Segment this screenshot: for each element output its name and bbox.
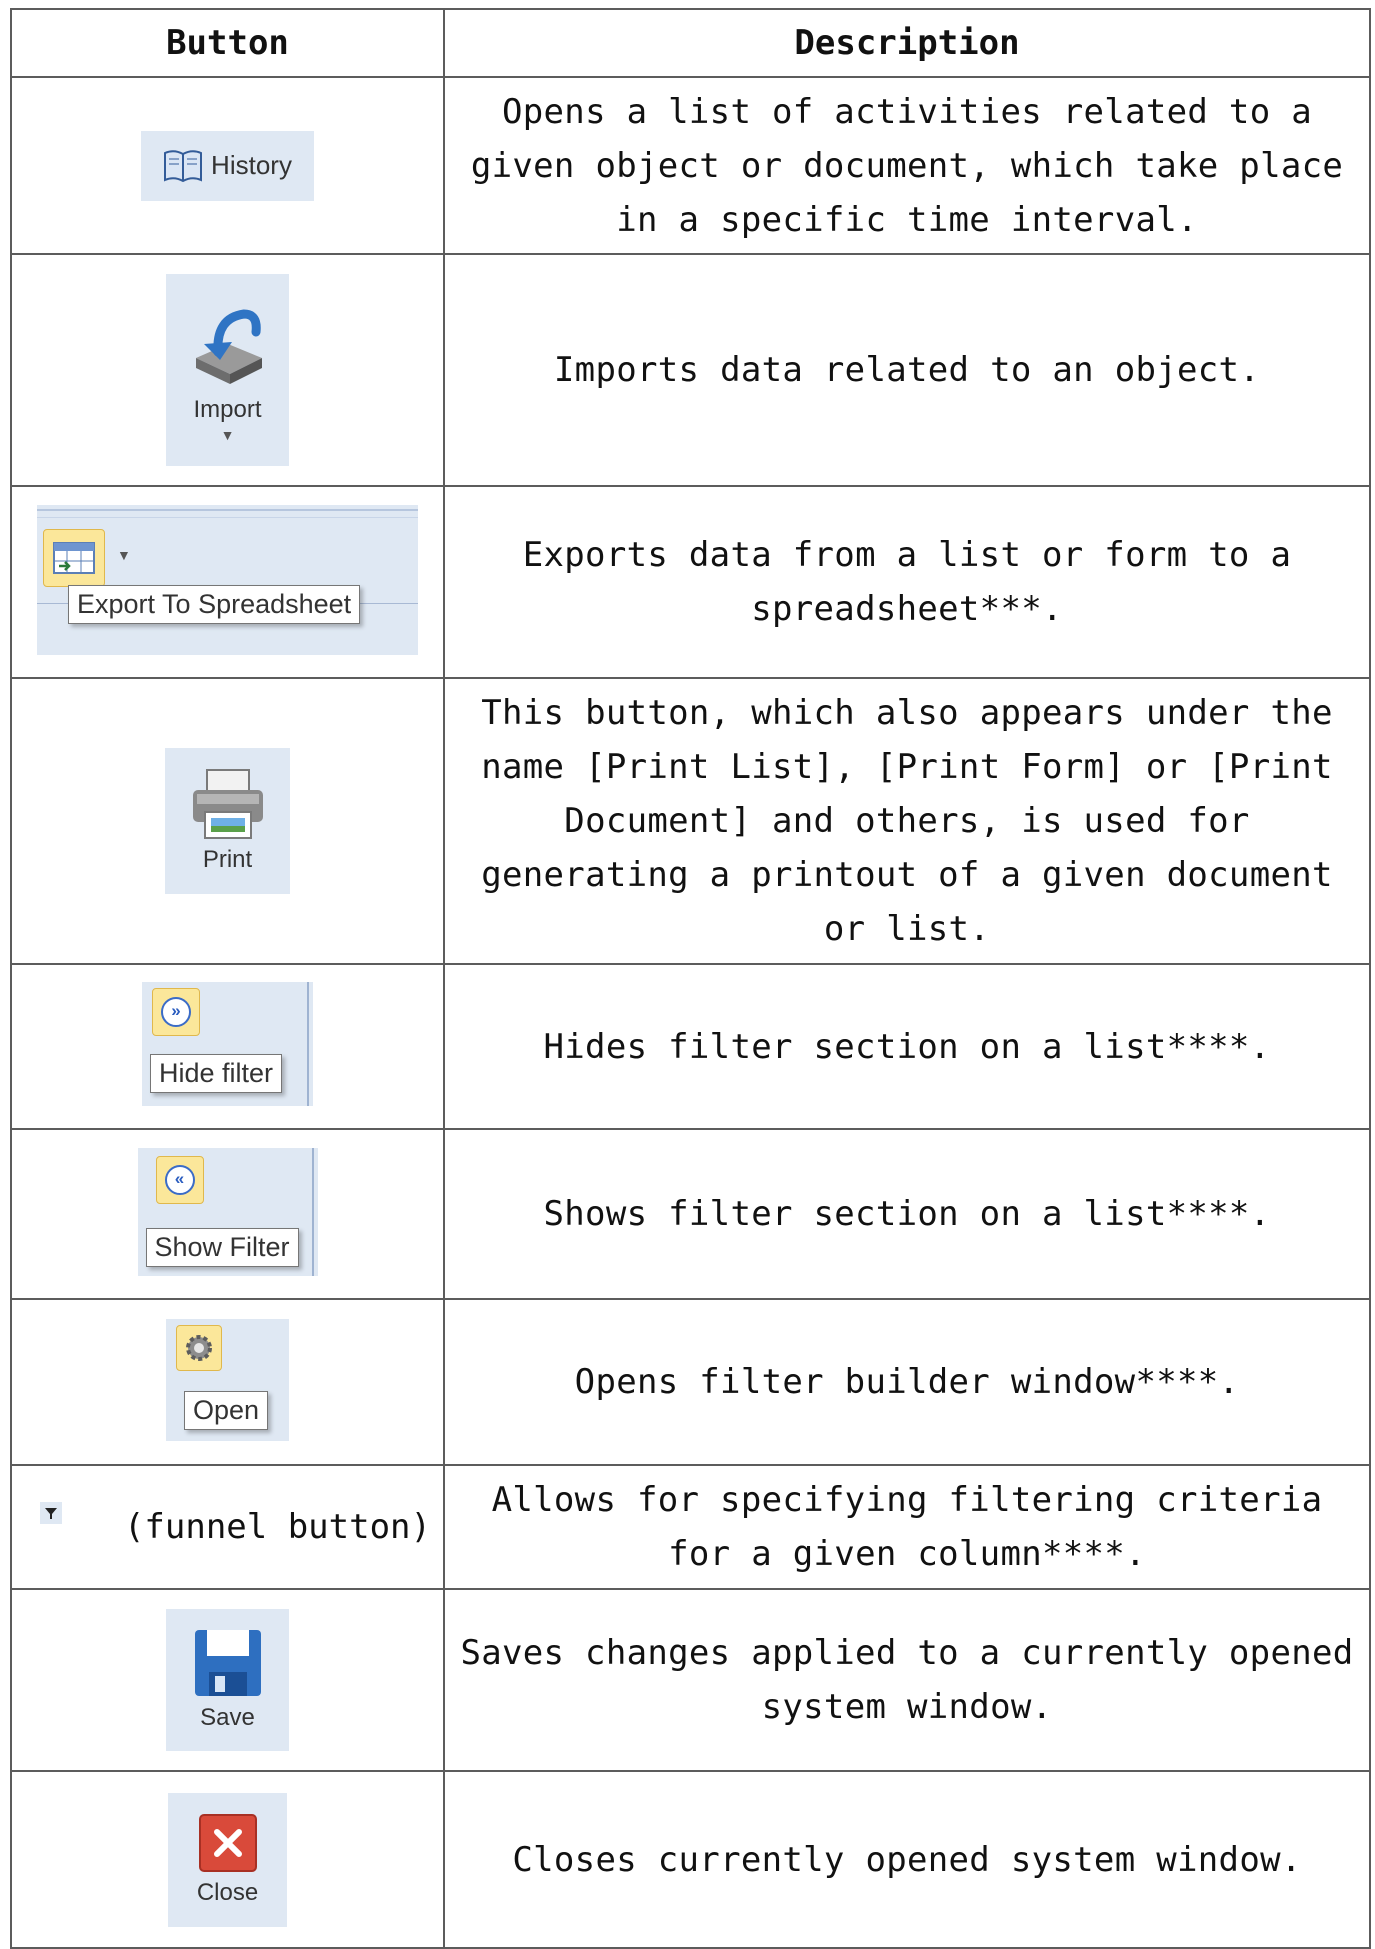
floppy-disk-icon <box>194 1630 261 1696</box>
table-row: Open Opens filter builder window****. <box>10 1298 1371 1466</box>
header-row: Button Description <box>10 8 1371 78</box>
history-label: History <box>211 150 292 180</box>
description-cell: Imports data related to an object. <box>443 253 1371 487</box>
import-icon <box>195 309 262 384</box>
buttons-table: Button Description History Opens a list … <box>10 8 1371 1949</box>
hide-filter-button[interactable]: » <box>152 988 200 1036</box>
import-button[interactable]: Import ▼ <box>166 274 289 466</box>
show-filter-panel: « Show Filter <box>137 1147 318 1276</box>
table-row: Import ▼ Imports data related to an obje… <box>10 253 1371 487</box>
export-toolbar: ▼ Export To Spreadsheet <box>37 504 418 655</box>
description-cell: Opens a list of activities related to a … <box>443 76 1371 255</box>
chevron-double-down-icon: » <box>161 997 191 1027</box>
print-button[interactable]: Print <box>165 748 290 894</box>
show-filter-button[interactable]: « <box>155 1155 204 1204</box>
save-button[interactable]: Save <box>166 1609 289 1751</box>
funnel-label: (funnel button) <box>123 1507 431 1547</box>
chevron-double-up-icon: « <box>164 1164 195 1195</box>
open-filter-builder-panel: Open <box>166 1318 289 1441</box>
description-cell: Opens filter builder window****. <box>443 1298 1371 1466</box>
description-cell: Shows filter section on a list****. <box>443 1128 1371 1300</box>
print-label: Print <box>202 846 253 873</box>
description-cell: This button, which also appears under th… <box>443 677 1371 965</box>
export-button[interactable] <box>43 528 105 587</box>
description-cell: Hides filter section on a list****. <box>443 963 1371 1130</box>
table-row: Save Saves changes applied to a currentl… <box>10 1588 1371 1772</box>
gear-icon <box>186 1334 212 1361</box>
description-cell: Saves changes applied to a currently ope… <box>443 1588 1371 1772</box>
dropdown-caret-icon[interactable]: ▼ <box>117 547 131 563</box>
close-icon <box>198 1813 257 1872</box>
table-row: « Show Filter Shows filter section on a … <box>10 1128 1371 1300</box>
table-row: » Hide filter Hides filter section on a … <box>10 963 1371 1130</box>
table-row: ▼ Export To Spreadsheet Exports data fro… <box>10 485 1371 679</box>
description-cell: Closes currently opened system window. <box>443 1770 1371 1949</box>
header-button: Button <box>10 8 445 78</box>
save-label: Save <box>200 1704 255 1731</box>
table-row: Close Closes currently opened system win… <box>10 1770 1371 1949</box>
printer-icon <box>192 769 263 839</box>
export-tooltip: Export To Spreadsheet <box>68 584 361 624</box>
hide-filter-tooltip: Hide filter <box>150 1054 283 1093</box>
description-cell: Exports data from a list or form to a sp… <box>443 485 1371 679</box>
table-row: Print This button, which also appears un… <box>10 677 1371 965</box>
funnel-button[interactable] <box>40 1502 62 1524</box>
table-row: History Opens a list of activities relat… <box>10 76 1371 255</box>
spreadsheet-export-icon <box>53 541 95 574</box>
dropdown-caret-icon: ▼ <box>220 427 235 443</box>
hide-filter-panel: » Hide filter <box>142 982 313 1106</box>
show-filter-tooltip: Show Filter <box>145 1227 299 1267</box>
history-button[interactable]: History <box>141 130 314 201</box>
close-button[interactable]: Close <box>168 1792 287 1927</box>
table-row: (funnel button) Allows for specifying fi… <box>10 1464 1371 1590</box>
open-filter-builder-button[interactable] <box>176 1324 222 1371</box>
description-cell: Allows for specifying filtering criteria… <box>443 1464 1371 1590</box>
book-icon <box>164 149 203 182</box>
open-tooltip: Open <box>184 1390 269 1430</box>
import-label: Import <box>193 396 262 423</box>
header-description: Description <box>443 8 1371 78</box>
funnel-icon <box>45 1508 57 1519</box>
close-label: Close <box>196 1878 259 1906</box>
